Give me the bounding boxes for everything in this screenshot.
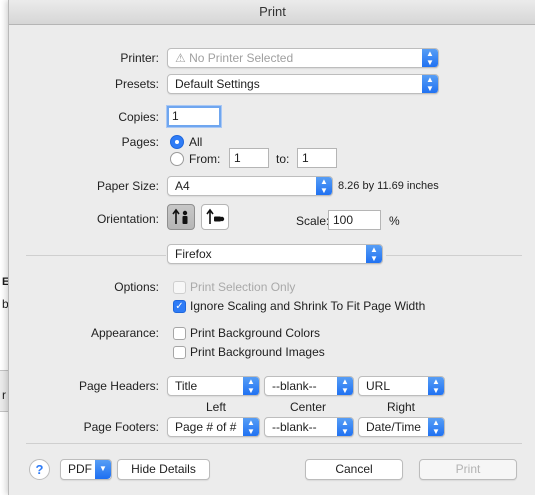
page-footers-label: Page Footers: (83, 420, 159, 434)
scale-unit: % (389, 214, 400, 228)
footer-right-value: Date/Time (366, 420, 421, 434)
column-right-label: Right (387, 400, 416, 414)
portrait-orientation-button[interactable] (167, 204, 195, 230)
separator-left (26, 255, 166, 256)
orientation-label: Orientation: (96, 212, 159, 226)
presets-label: Presets: (114, 77, 159, 91)
chevron-updown-icon: ▲ ▼ (428, 377, 444, 395)
print-selection-only-checkbox[interactable] (173, 281, 186, 294)
print-background-colors-label: Print Background Colors (190, 326, 321, 340)
print-selection-only-label: Print Selection Only (190, 280, 296, 294)
header-left-popup[interactable]: Title ▲ ▼ (167, 376, 260, 396)
pages-all-radio[interactable] (170, 135, 184, 149)
header-right-value: URL (366, 379, 391, 393)
column-left-label: Left (206, 400, 227, 414)
footer-left-value: Page # of # (175, 420, 237, 434)
pdf-label: PDF (68, 462, 92, 476)
section-popup-value: Firefox (175, 247, 212, 261)
pages-from-field[interactable]: 1 (229, 148, 269, 168)
print-background-images-checkbox[interactable] (173, 346, 186, 359)
pages-from-label: From: (189, 152, 221, 166)
ignore-scaling-label: Ignore Scaling and Shrink To Fit Page Wi… (190, 299, 426, 313)
chevron-updown-icon: ▲ ▼ (243, 377, 259, 395)
print-background-colors-checkbox[interactable] (173, 327, 186, 340)
chevron-down-icon: ▼ (95, 460, 111, 479)
paper-size-value: A4 (175, 179, 190, 193)
section-popup[interactable]: Firefox ▲ ▼ (167, 244, 383, 264)
paper-size-popup[interactable]: A4 ▲ ▼ (167, 176, 333, 196)
copies-label: Copies: (118, 110, 159, 124)
pages-to-field[interactable]: 1 (297, 148, 337, 168)
print-background-images-label: Print Background Images (190, 345, 325, 359)
paper-size-label: Paper Size: (96, 179, 159, 193)
separator-right (386, 255, 522, 256)
pages-label: Pages: (121, 135, 159, 149)
chevron-updown-icon: ▲ ▼ (422, 49, 438, 67)
printer-label: Printer: (120, 51, 159, 65)
chevron-updown-icon: ▲ ▼ (428, 418, 444, 436)
page-headers-label: Page Headers: (78, 379, 159, 393)
help-button[interactable]: ? (29, 459, 50, 480)
footer-center-value: --blank-- (272, 420, 317, 434)
print-dialog: Print Printer: ⚠ No Printer Selected ▲ ▼ … (8, 0, 535, 495)
scale-label: Scale: (296, 214, 330, 228)
footer-left-popup[interactable]: Page # of # ▲ ▼ (167, 417, 260, 437)
pages-all-label: All (189, 135, 203, 149)
paper-dimensions: 8.26 by 11.69 inches (338, 180, 439, 192)
landscape-icon (206, 208, 225, 224)
chevron-updown-icon: ▲ ▼ (366, 245, 382, 263)
header-center-value: --blank-- (272, 379, 317, 393)
print-button[interactable]: Print (419, 459, 517, 480)
landscape-orientation-button[interactable] (201, 204, 229, 230)
header-center-popup[interactable]: --blank-- ▲ ▼ (264, 376, 354, 396)
appearance-label: Appearance: (90, 326, 159, 340)
copies-field[interactable]: 1 (167, 106, 221, 127)
pages-range-radio[interactable] (170, 152, 184, 166)
scale-field[interactable]: 100 (328, 210, 381, 230)
chevron-updown-icon: ▲ ▼ (422, 75, 438, 93)
pdf-menu-button[interactable]: PDF ▼ (60, 459, 112, 480)
header-left-value: Title (175, 379, 198, 393)
chevron-updown-icon: ▲ ▼ (243, 418, 259, 436)
bottom-separator (26, 443, 522, 444)
portrait-icon (172, 208, 188, 224)
printer-popup[interactable]: ⚠ No Printer Selected ▲ ▼ (167, 48, 439, 68)
pages-to-label: to: (276, 152, 290, 166)
options-label: Options: (114, 280, 159, 294)
chevron-updown-icon: ▲ ▼ (337, 377, 353, 395)
chevron-updown-icon: ▲ ▼ (337, 418, 353, 436)
header-right-popup[interactable]: URL ▲ ▼ (358, 376, 445, 396)
hide-details-button[interactable]: Hide Details (117, 459, 210, 480)
window-title: Print (9, 0, 535, 25)
background-text: r (2, 388, 6, 402)
chevron-updown-icon: ▲ ▼ (316, 177, 332, 195)
presets-value: Default Settings (175, 77, 260, 91)
column-center-label: Center (290, 400, 327, 414)
footer-right-popup[interactable]: Date/Time ▲ ▼ (358, 417, 445, 437)
printer-value: ⚠ No Printer Selected (175, 51, 294, 65)
footer-center-popup[interactable]: --blank-- ▲ ▼ (264, 417, 354, 437)
presets-popup[interactable]: Default Settings ▲ ▼ (167, 74, 439, 94)
cancel-button[interactable]: Cancel (305, 459, 403, 480)
ignore-scaling-checkbox[interactable]: ✓ (173, 300, 186, 313)
